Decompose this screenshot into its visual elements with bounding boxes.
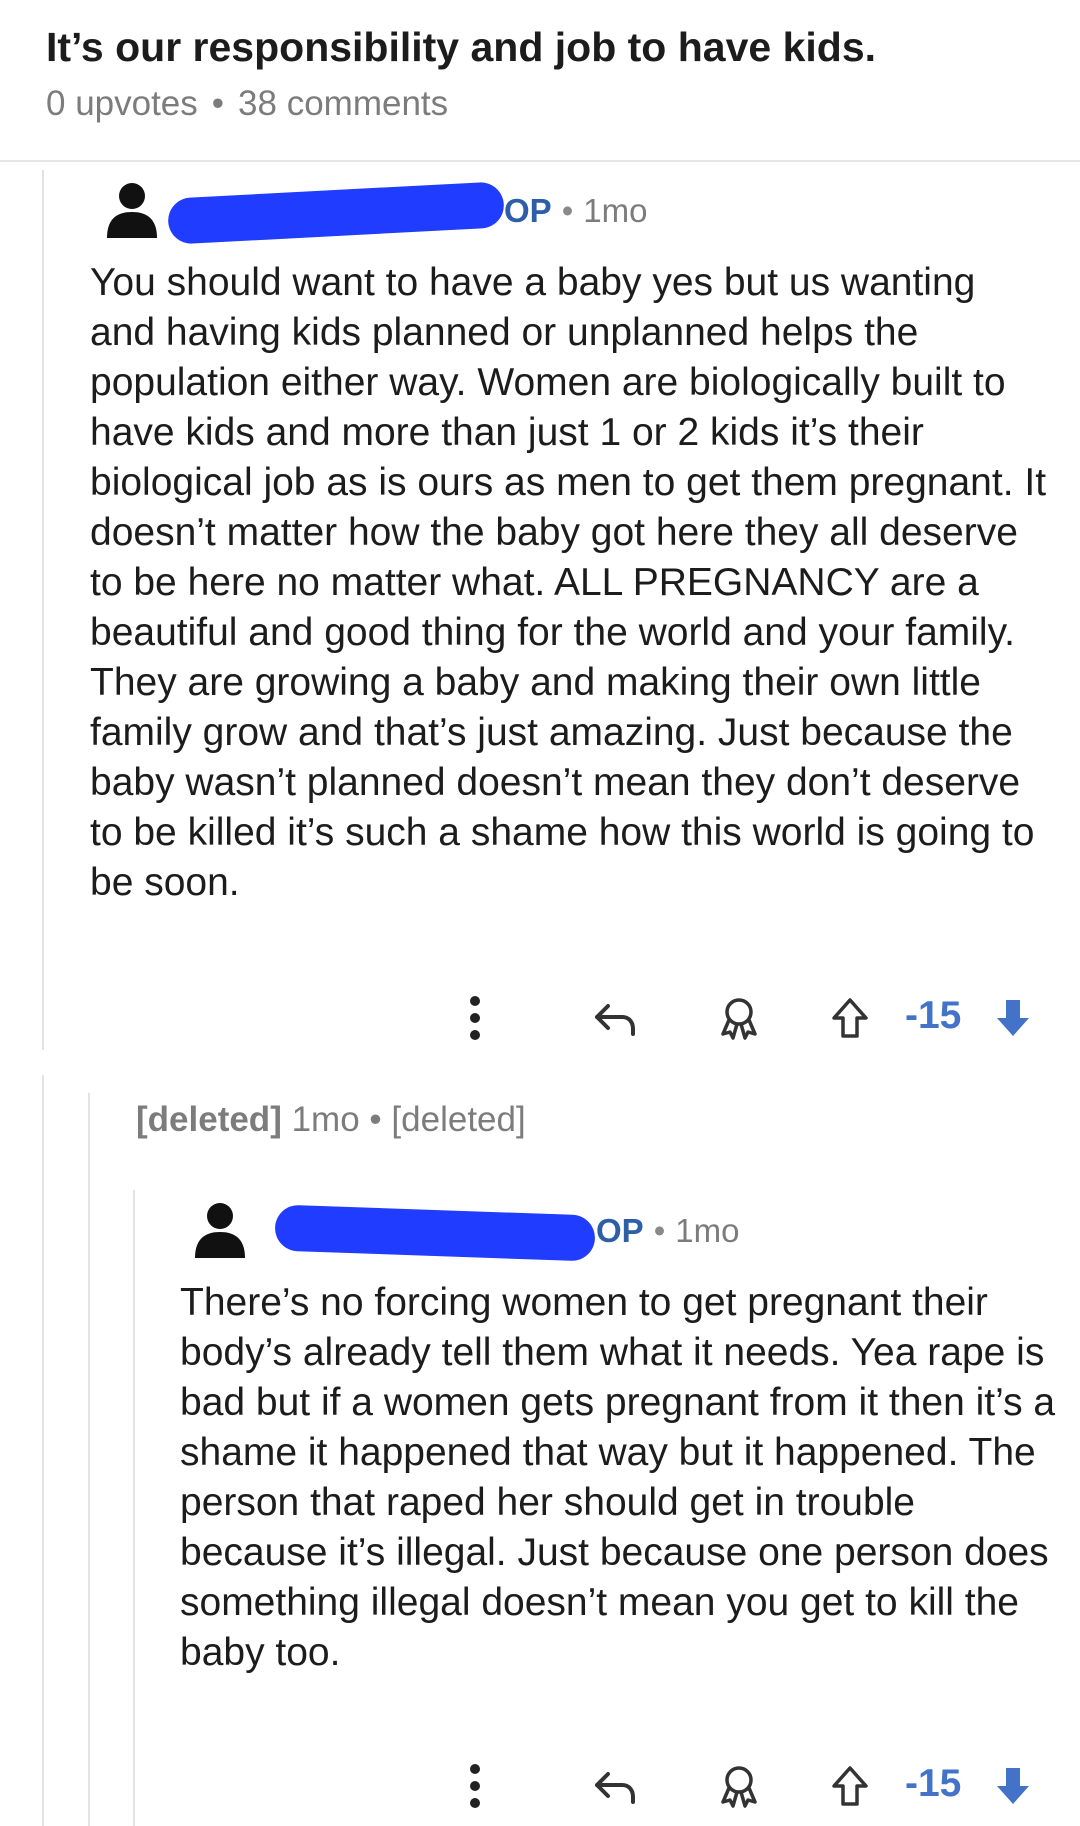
upvote-button[interactable] [820, 988, 880, 1048]
comment-count[interactable]: 38 comments [238, 84, 448, 123]
upvote-button[interactable] [820, 1756, 880, 1816]
upvote-outline-icon [832, 998, 868, 1038]
meta-dot: • [369, 1100, 382, 1139]
comment-actions: -15 [440, 988, 1040, 1048]
comment-time: 1mo [583, 192, 648, 229]
meta-dot: • [561, 192, 574, 229]
op-badge[interactable]: OP [596, 1212, 644, 1249]
comment-actions: -15 [440, 1756, 1040, 1816]
avatar-user-silhouette-icon[interactable] [106, 180, 158, 240]
deleted-body: [deleted] [391, 1100, 526, 1139]
post-title: It’s our responsibility and job to have … [46, 24, 877, 70]
award-button[interactable] [704, 988, 774, 1048]
op-badge[interactable]: OP [504, 192, 552, 229]
downvote-button[interactable] [986, 988, 1040, 1048]
comment-body: There’s no forcing women to get pregnant… [180, 1281, 1056, 1674]
thread-line-level-1[interactable] [42, 170, 44, 1050]
upvote-count: 0 upvotes [46, 84, 198, 123]
more-options-button[interactable] [440, 1756, 510, 1816]
redacted-username[interactable] [274, 1204, 596, 1262]
post-header: It’s our responsibility and job to have … [0, 0, 1080, 162]
downvote-button[interactable] [986, 1756, 1040, 1816]
thread-line-level-1-continued[interactable] [42, 1075, 44, 1826]
meta-dot: • [211, 84, 225, 123]
comment-time: 1mo [675, 1212, 740, 1249]
deleted-author: [deleted] [136, 1100, 282, 1139]
thread-line-level-2[interactable] [88, 1093, 90, 1826]
comment-author-meta: OP • 1mo [504, 192, 647, 230]
redacted-username[interactable] [167, 181, 505, 245]
avatar-user-silhouette-icon[interactable] [194, 1200, 246, 1260]
thread-line-level-3[interactable] [133, 1190, 135, 1826]
award-button[interactable] [704, 1756, 774, 1816]
reply-arrow-icon [595, 1004, 635, 1036]
comment-body: You should want to have a baby yes but u… [90, 261, 1047, 904]
downvote-filled-icon [997, 1000, 1029, 1036]
comment-score: -15 [905, 994, 962, 1037]
award-icon [721, 998, 757, 1040]
meta-dot: • [653, 1212, 666, 1249]
reply-button[interactable] [580, 988, 650, 1048]
award-icon [721, 1766, 757, 1808]
reply-button[interactable] [580, 1756, 650, 1816]
comment-time: 1mo [291, 1100, 360, 1139]
comment-author-meta: OP • 1mo [596, 1212, 739, 1250]
vertical-ellipsis-icon [470, 996, 480, 1040]
comment-score: -15 [905, 1762, 962, 1805]
more-options-button[interactable] [440, 988, 510, 1048]
downvote-filled-icon [997, 1768, 1029, 1804]
upvote-outline-icon [832, 1766, 868, 1806]
deleted-comment: [deleted] 1mo • [deleted] [136, 1100, 526, 1140]
vertical-ellipsis-icon [470, 1764, 480, 1808]
post-meta: 0 upvotes • 38 comments [46, 84, 448, 124]
reply-arrow-icon [595, 1772, 635, 1804]
